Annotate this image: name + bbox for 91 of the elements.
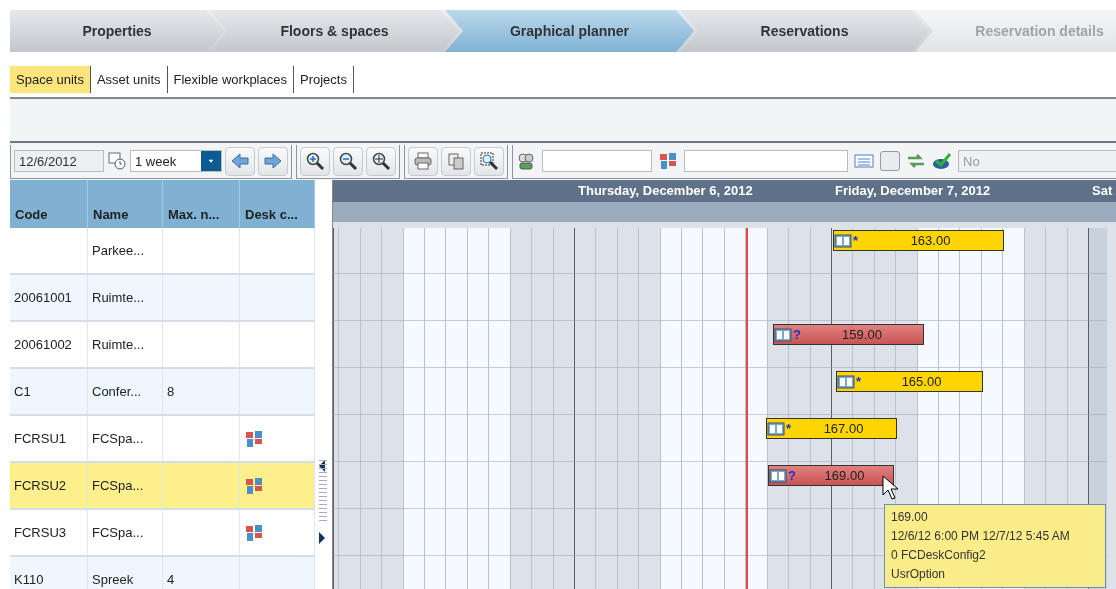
reservation-bar[interactable]: ? 169.00 <box>768 465 894 486</box>
zoom-in-icon <box>305 151 325 171</box>
zoom-selection-button[interactable] <box>474 146 504 176</box>
zoom-fit-icon <box>371 151 391 171</box>
table-row[interactable]: Parkee... <box>10 228 315 275</box>
tab[interactable]: Projects <box>293 66 354 93</box>
book-icon <box>769 467 787 484</box>
tab[interactable]: Flexible workplaces <box>167 66 294 93</box>
zoom-out-button[interactable] <box>333 146 363 176</box>
collapse-left-icon[interactable] <box>318 460 326 472</box>
print-button[interactable] <box>408 146 438 176</box>
code-cell: K110 <box>14 572 44 587</box>
desk-icon <box>244 475 264 496</box>
status-mark: * <box>786 421 792 436</box>
zoom-fit-button[interactable] <box>366 146 396 176</box>
tooltip-line: 12/6/12 6:00 PM 12/7/12 5:45 AM <box>891 528 1071 545</box>
capacity-cell: 8 <box>167 384 175 399</box>
name-cell: FCSpa... <box>92 431 144 446</box>
tab[interactable]: Space units <box>10 66 91 93</box>
day-header: Friday, December 7, 2012 <box>834 182 991 200</box>
name-cell: Parkee... <box>92 243 145 258</box>
desk-icon <box>658 151 678 171</box>
tooltip-line: 169.00 <box>891 509 929 526</box>
cursor-icon <box>882 475 900 501</box>
expand-right-icon[interactable] <box>318 532 326 544</box>
next-icon <box>263 151 283 171</box>
tooltip-line: 0 FCDeskConfig2 <box>891 547 987 564</box>
book-icon <box>774 326 792 343</box>
table-row[interactable]: C1 Confer... 8 <box>10 369 315 416</box>
zoom-selection-icon <box>479 151 499 171</box>
breadcrumb-step[interactable]: Graphical planner <box>445 10 694 52</box>
desk-icon <box>244 428 264 449</box>
code-cell: 20061002 <box>14 337 72 352</box>
table-row[interactable]: 20061001 Ruimte... <box>10 275 315 322</box>
reservation-bar[interactable]: * 167.00 <box>766 418 897 439</box>
code-cell: FCRSU2 <box>14 478 66 493</box>
name-cell: Spreek <box>92 572 134 587</box>
list-icon <box>854 151 874 171</box>
code-cell: FCRSU1 <box>14 431 66 446</box>
users-icon <box>516 151 536 171</box>
code-cell: 20061001 <box>14 290 72 305</box>
book-icon <box>837 373 855 390</box>
zoom-in-button[interactable] <box>300 146 330 176</box>
calendar-icon <box>107 151 127 171</box>
bar-label: 169.00 <box>823 468 866 483</box>
code-cell: C1 <box>14 384 31 399</box>
breadcrumb-step[interactable]: Properties <box>10 10 224 52</box>
next-button[interactable] <box>258 146 288 176</box>
bar-label: 159.00 <box>841 327 883 342</box>
status-mark: ? <box>788 468 796 483</box>
table-row[interactable]: FCRSU2 FCSpa... <box>10 463 315 510</box>
zoom-out-icon <box>338 151 358 171</box>
period-dropdown[interactable]: 1 week <box>130 150 222 172</box>
reservation-bar[interactable]: * 163.00 <box>833 230 1004 251</box>
tab[interactable]: Asset units <box>90 66 168 93</box>
person-field[interactable] <box>542 150 652 172</box>
day-header: Sat <box>1091 182 1113 200</box>
day-header: Thursday, December 6, 2012 <box>577 182 753 200</box>
book-icon <box>834 232 852 249</box>
desk-field[interactable] <box>684 150 848 172</box>
bar-label: 167.00 <box>822 421 865 436</box>
name-cell: FCSpa... <box>92 478 144 493</box>
print-icon <box>413 151 433 171</box>
date-field[interactable]: 12/6/2012 <box>14 150 104 172</box>
copy-icon <box>446 151 466 171</box>
name-cell: FCSpa... <box>92 525 144 540</box>
status-mark: * <box>856 374 862 389</box>
previous-icon <box>230 151 250 171</box>
table-row[interactable]: FCRSU3 FCSpa... <box>10 510 315 557</box>
table-row[interactable]: K110 Spreek 4 <box>10 557 315 589</box>
previous-button[interactable] <box>225 146 255 176</box>
book-icon <box>767 420 785 437</box>
bar-label: 163.00 <box>909 233 952 248</box>
checkbox[interactable] <box>880 151 900 171</box>
code-cell: FCRSU3 <box>14 525 66 540</box>
name-cell: Ruimte... <box>92 290 144 305</box>
name-cell: Ruimte... <box>92 337 144 352</box>
breadcrumb-step[interactable]: Reservations <box>680 10 929 52</box>
name-cell: Confer... <box>92 384 142 399</box>
reservation-bar[interactable]: * 165.00 <box>836 371 983 392</box>
check-icon <box>932 151 952 171</box>
capacity-cell: 4 <box>167 572 175 587</box>
desk-icon <box>244 522 264 543</box>
status-mark: * <box>853 233 859 248</box>
breadcrumb-step[interactable]: Floors & spaces <box>210 10 459 52</box>
table-row[interactable]: FCRSU1 FCSpa... <box>10 416 315 463</box>
bar-label: 165.00 <box>900 374 943 389</box>
table-row[interactable]: 20061002 Ruimte... <box>10 322 315 369</box>
reservation-bar[interactable]: ? 159.00 <box>773 324 924 345</box>
tooltip-line: UsrOption <box>891 566 947 583</box>
status-mark: ? <box>793 327 801 342</box>
